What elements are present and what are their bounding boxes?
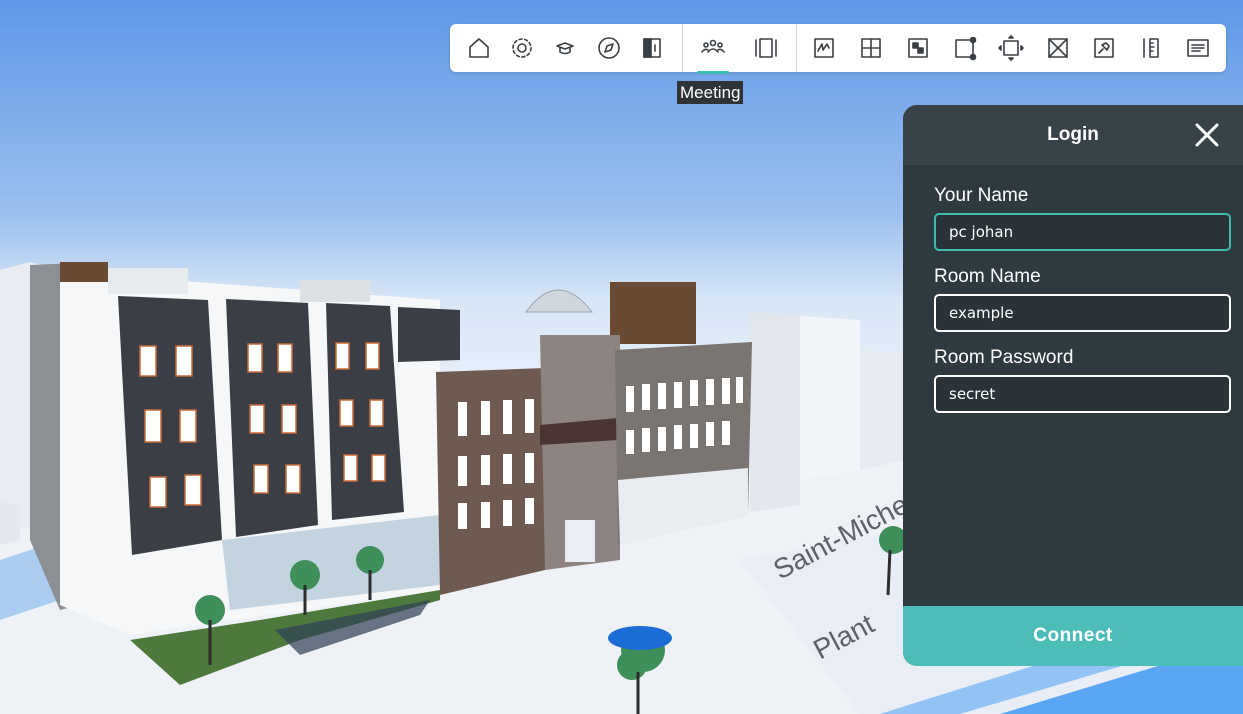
login-panel: Login Your Name Room Name Room Password … — [903, 105, 1243, 666]
room-password-input[interactable] — [934, 375, 1231, 413]
node-edit-icon[interactable] — [945, 24, 985, 72]
room-name-input[interactable] — [934, 294, 1231, 332]
compass-icon[interactable] — [589, 24, 629, 72]
room-password-label: Room Password — [934, 347, 1074, 368]
slides-panel-icon[interactable] — [746, 24, 786, 72]
sketch-box-icon[interactable] — [804, 24, 844, 72]
fit-extent-icon[interactable] — [991, 24, 1031, 72]
split-view-icon[interactable] — [632, 24, 672, 72]
toolbar-separator — [796, 24, 797, 72]
login-title: Login — [1047, 124, 1099, 145]
close-icon[interactable] — [1193, 121, 1221, 149]
your-name-input[interactable] — [934, 213, 1231, 251]
toolbar-tooltip: Meeting — [677, 81, 744, 104]
toolbar-separator — [682, 24, 683, 72]
home-icon[interactable] — [459, 24, 499, 72]
active-tab-indicator — [697, 71, 729, 74]
section-grid-icon[interactable] — [851, 24, 891, 72]
main-toolbar — [450, 24, 1226, 74]
box-cross-icon[interactable] — [1038, 24, 1078, 72]
checker-box-icon[interactable] — [898, 24, 938, 72]
measure-ruler-icon[interactable] — [1131, 24, 1171, 72]
graduation-cap-icon[interactable] — [545, 24, 585, 72]
connect-button[interactable]: Connect — [903, 606, 1243, 666]
pin-icon[interactable] — [1084, 24, 1124, 72]
room-name-label: Room Name — [934, 266, 1041, 287]
settings-gear-icon[interactable] — [502, 24, 542, 72]
your-name-label: Your Name — [934, 185, 1029, 206]
notes-list-icon[interactable] — [1178, 24, 1218, 72]
meeting-people-icon[interactable] — [693, 24, 733, 72]
login-header: Login — [903, 105, 1243, 165]
